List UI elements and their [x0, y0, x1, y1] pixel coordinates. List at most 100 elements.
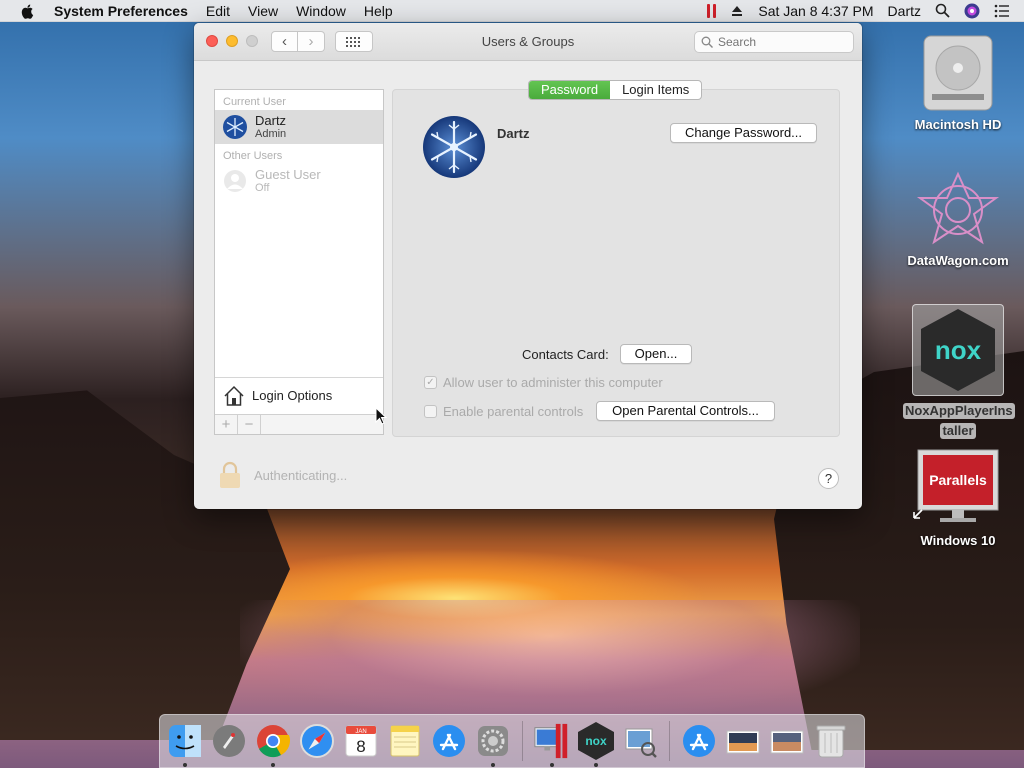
- dock-item-notes[interactable]: [386, 722, 424, 760]
- dock-item-calendar[interactable]: JAN 8: [342, 722, 380, 760]
- search-field[interactable]: [694, 31, 854, 53]
- snowflake-avatar-icon: [423, 116, 485, 178]
- open-contacts-button[interactable]: Open...: [620, 344, 692, 364]
- notification-center-icon[interactable]: [994, 4, 1010, 18]
- change-password-button[interactable]: Change Password...: [670, 123, 817, 143]
- svg-text:nox: nox: [585, 734, 607, 748]
- menu-extras: Sat Jan 8 4:37 PM Dartz: [707, 3, 1010, 19]
- allow-admin-checkbox[interactable]: ✓ Allow user to administer this computer: [424, 375, 663, 390]
- dock-item-photo-2[interactable]: [768, 722, 806, 760]
- search-input[interactable]: [718, 35, 838, 49]
- app-store-download-icon: [683, 725, 715, 757]
- window-titlebar[interactable]: ‹ › Users & Groups: [194, 23, 862, 61]
- dock-item-launchpad[interactable]: [210, 722, 248, 760]
- datawagon-logo-icon: [916, 171, 1000, 245]
- allow-admin-label: Allow user to administer this computer: [443, 375, 663, 390]
- other-users-header: Other Users: [223, 150, 283, 162]
- selection-highlight: nox: [912, 304, 1004, 396]
- siri-icon[interactable]: [964, 3, 980, 19]
- system-preferences-icon: [478, 726, 508, 756]
- nox-app-icon: nox: [921, 309, 995, 391]
- parallels-icon: [534, 723, 568, 759]
- desktop-icon-label-line1: NoxAppPlayerIns: [903, 403, 1015, 419]
- snowflake-avatar-icon: [223, 115, 247, 139]
- chrome-icon: [257, 725, 291, 758]
- menu-window[interactable]: Window: [296, 3, 346, 19]
- dock-item-safari[interactable]: [298, 722, 336, 760]
- minus-icon: −: [244, 416, 254, 433]
- user-list: Current User Dartz Admin Other Users Gue…: [214, 89, 384, 435]
- menu-help[interactable]: Help: [364, 3, 393, 19]
- desktop-icon-datawagon[interactable]: DataWagon.com: [903, 170, 1013, 269]
- login-options-button[interactable]: Login Options: [215, 377, 383, 413]
- search-icon: [701, 36, 713, 48]
- tab-login-items[interactable]: Login Items: [610, 81, 701, 99]
- user-row-guest[interactable]: Guest User Off: [215, 164, 383, 198]
- plus-icon: +: [221, 416, 231, 433]
- house-icon: [224, 385, 244, 406]
- parallels-status-icon[interactable]: [707, 3, 717, 18]
- dock: JAN 8 nox: [159, 714, 865, 768]
- spotlight-search-icon[interactable]: [935, 3, 950, 18]
- user-picture[interactable]: [423, 116, 485, 178]
- help-button[interactable]: ?: [818, 468, 839, 489]
- launchpad-icon: [213, 725, 245, 757]
- checkbox-icon: [424, 405, 437, 418]
- desktop-icon-windows-10[interactable]: Parallels Windows 10: [903, 448, 1013, 549]
- dock-item-system-preferences[interactable]: [474, 722, 512, 767]
- login-options-label: Login Options: [252, 388, 333, 403]
- tab-password[interactable]: Password: [529, 81, 611, 99]
- dock-separator: [522, 721, 523, 761]
- dock-item-chrome[interactable]: [254, 722, 292, 767]
- desktop-icon-label: Windows 10: [920, 533, 996, 548]
- open-parental-controls-button[interactable]: Open Parental Controls...: [596, 401, 775, 421]
- parallels-badge: Parallels: [929, 472, 987, 488]
- dock-item-trash[interactable]: [812, 722, 850, 760]
- menu-view[interactable]: View: [248, 3, 278, 19]
- dock-item-nox[interactable]: nox: [577, 722, 615, 767]
- add-user-button[interactable]: +: [215, 415, 238, 434]
- calendar-icon: JAN 8: [345, 725, 377, 757]
- current-user-header: Current User: [223, 96, 286, 108]
- tab-control: Password Login Items: [528, 80, 703, 100]
- calendar-month: JAN: [355, 729, 366, 735]
- desktop-icon-label: DataWagon.com: [907, 253, 1009, 268]
- calendar-day: 8: [356, 737, 365, 756]
- user-info: Dartz Admin: [255, 113, 286, 141]
- guest-info: Guest User Off: [255, 167, 321, 195]
- dock-item-app-store[interactable]: [430, 722, 468, 760]
- desktop-icon-label: Macintosh HD: [914, 117, 1002, 132]
- nox-icon: nox: [578, 722, 614, 760]
- menu-edit[interactable]: Edit: [206, 3, 230, 19]
- checkmark-icon: ✓: [424, 376, 437, 389]
- menu-bar: System Preferences Edit View Window Help…: [0, 0, 1024, 22]
- parental-controls-checkbox[interactable]: Enable parental controls: [424, 404, 583, 419]
- apple-menu-icon[interactable]: [20, 3, 36, 19]
- hard-drive-icon: [923, 35, 993, 111]
- dock-item-parallels[interactable]: [533, 722, 571, 767]
- svg-text:nox: nox: [935, 335, 982, 365]
- dock-item-photo[interactable]: [724, 722, 762, 760]
- eject-icon[interactable]: [730, 4, 744, 18]
- menu-app-name[interactable]: System Preferences: [54, 3, 188, 19]
- add-remove-bar: + −: [215, 414, 383, 434]
- contacts-card-label: Contacts Card:: [522, 347, 609, 362]
- finder-icon: [169, 725, 201, 757]
- lock-area[interactable]: Authenticating...: [218, 461, 347, 489]
- preview-icon: [625, 728, 657, 758]
- dock-item-finder[interactable]: [166, 722, 204, 767]
- safari-icon: [300, 724, 334, 758]
- avatar: [223, 115, 247, 139]
- menu-user[interactable]: Dartz: [888, 3, 921, 19]
- dock-item-preview[interactable]: [621, 722, 659, 760]
- dock-item-app-store-download[interactable]: [680, 722, 718, 760]
- user-full-name: Dartz: [497, 126, 530, 141]
- guest-status: Off: [255, 181, 270, 194]
- desktop-icon-nox-installer[interactable]: nox NoxAppPlayerIns taller: [903, 304, 1015, 439]
- desktop-icon-macintosh-hd[interactable]: Macintosh HD: [903, 32, 1013, 133]
- remove-user-button[interactable]: −: [238, 415, 261, 434]
- user-row-dartz[interactable]: Dartz Admin: [215, 110, 383, 144]
- menu-clock[interactable]: Sat Jan 8 4:37 PM: [758, 3, 873, 19]
- notes-icon: [390, 725, 420, 757]
- photo-icon: [726, 730, 760, 754]
